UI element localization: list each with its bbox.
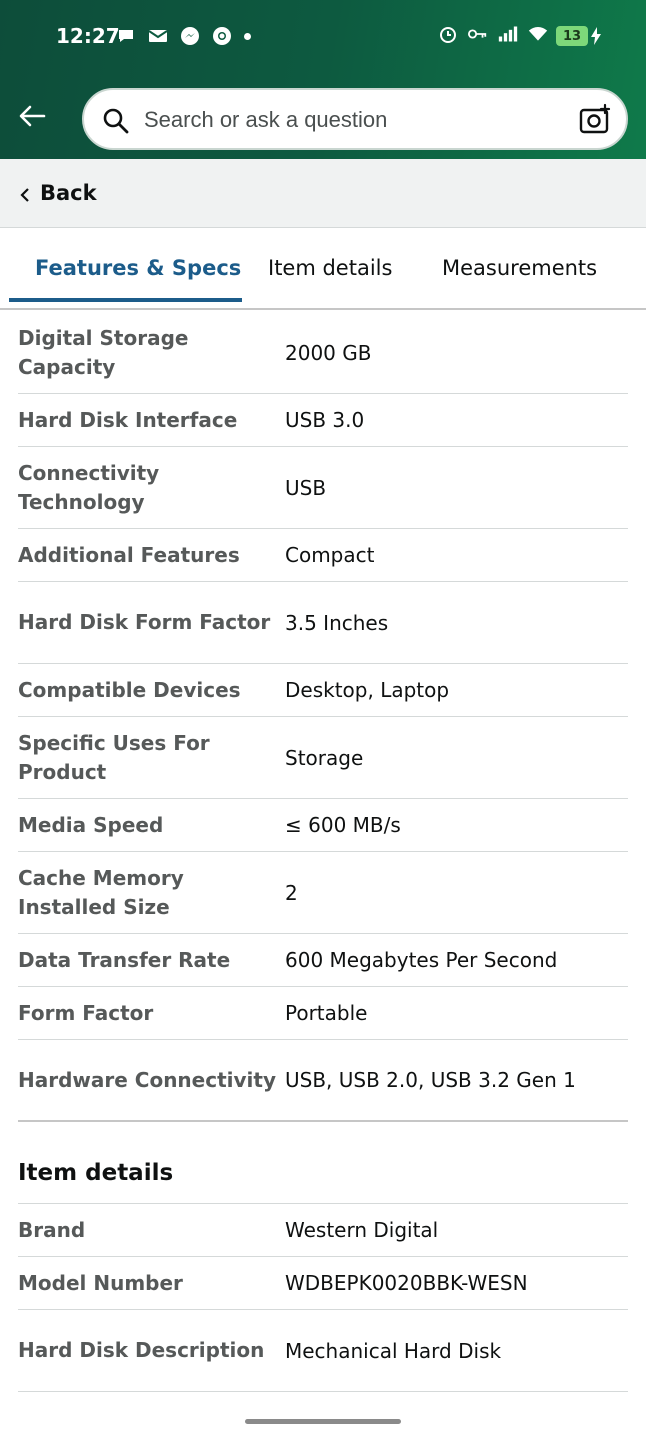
back-bar[interactable]: Back [0,159,646,228]
battery-level: 13 [562,28,582,44]
table-row: Data Transfer Rate 600 Megabytes Per Seco… [18,934,628,987]
spec-key: Compatible Devices [18,677,241,702]
status-time: 12:27 [56,24,120,48]
chrome-icon [212,26,232,46]
spec-key: Connectivity Technology [18,460,160,514]
item-details-table: Brand Western Digital Model Number WDBEPK0… [18,1203,628,1392]
tab-features-specs[interactable]: Features & Specs [35,256,241,280]
spec-value: Desktop, Laptop [285,678,450,702]
vpn-key-icon [468,24,488,44]
notification-icons [116,26,251,46]
spec-key: Media Speed [18,812,164,837]
search-input[interactable]: Search or ask a question [144,107,387,133]
table-row: Compatible Devices Desktop, Laptop [18,664,628,717]
spec-key: Digital Storage Capacity [18,325,189,379]
back-label[interactable]: Back [40,181,97,205]
mail-icon [148,26,168,46]
charging-icon [590,27,602,49]
status-bar: 12:27 13 [0,0,646,76]
chat-bubble-icon [116,26,136,46]
search-icon [102,107,130,139]
tab-item-details[interactable]: Item details [268,256,392,280]
back-arrow-icon[interactable] [16,100,48,132]
spec-value: Portable [285,1001,368,1025]
table-row: Additional Features Compact [18,529,628,582]
table-row: Form Factor Portable [18,987,628,1040]
tab-measurements[interactable]: Measurements [442,256,597,280]
spec-value: 600 Megabytes Per Second [285,948,558,972]
table-row: Specific Uses For Product Storage [18,717,628,799]
spec-key: Hard Disk Interface [18,407,238,432]
spec-key: Hardware Connectivity [18,1067,276,1092]
wifi-icon [528,24,548,44]
spec-value: 2000 GB [285,340,372,365]
table-row: Cache Memory Installed Size 2 [18,852,628,934]
spec-value: Storage [285,745,364,770]
spec-key: Data Transfer Rate [18,947,231,972]
detail-value: Western Digital [285,1218,439,1242]
spec-key: Additional Features [18,542,240,567]
detail-value: Mechanical Hard Disk [285,1338,502,1363]
spec-value: USB [285,475,327,500]
table-row: Hard Disk Description Mechanical Hard Dis… [18,1310,628,1392]
tab-bar: Features & Specs Item details Measuremen… [0,228,646,310]
home-indicator[interactable] [245,1419,401,1424]
more-notifications-dot [244,32,251,40]
section-title-item-details: Item details [18,1160,174,1186]
spec-value: ≤ 600 MB/s [285,813,401,837]
detail-value: WDBEPK0020BBK-WESN [285,1271,528,1295]
spec-value: USB, USB 2.0, USB 3.2 Gen 1 [285,1068,576,1092]
camera-search-icon[interactable] [578,103,612,141]
system-icons [438,24,548,44]
table-row: Hardware Connectivity USB, USB 2.0, USB 3… [18,1040,628,1122]
spec-key: Cache Memory Installed Size [18,865,184,919]
table-row: Model Number WDBEPK0020BBK-WESN [18,1257,628,1310]
spec-key: Specific Uses For Product [18,730,210,784]
table-row: Brand Western Digital [18,1204,628,1257]
battery-icon: 13 [556,26,588,46]
chevron-left-icon [20,187,30,206]
specs-table: Digital Storage Capacity 2000 GB Hard Dis… [18,312,628,1122]
spec-key: Hard Disk Form Factor [18,610,271,634]
table-row: Digital Storage Capacity 2000 GB [18,312,628,394]
alarm-icon [438,24,458,44]
messenger-icon [180,26,200,46]
detail-key: Model Number [18,1270,183,1295]
table-row: Connectivity Technology USB [18,447,628,529]
signal-icon [498,24,518,44]
app-header: 12:27 13 Search or ask a question [0,0,646,159]
table-row: Hard Disk Interface USB 3.0 [18,394,628,447]
spec-key: Form Factor [18,1000,154,1025]
table-row: Hard Disk Form Factor 3.5 Inches [18,582,628,664]
spec-value: 2 [285,880,298,905]
table-row: Media Speed ≤ 600 MB/s [18,799,628,852]
spec-value: USB 3.0 [285,408,365,432]
spec-value: 3.5 Inches [285,610,389,635]
detail-key: Brand [18,1217,86,1242]
active-tab-indicator [9,298,242,302]
detail-key: Hard Disk Description [18,1338,265,1362]
search-bar[interactable]: Search or ask a question [82,88,628,150]
spec-value: Compact [285,543,375,567]
